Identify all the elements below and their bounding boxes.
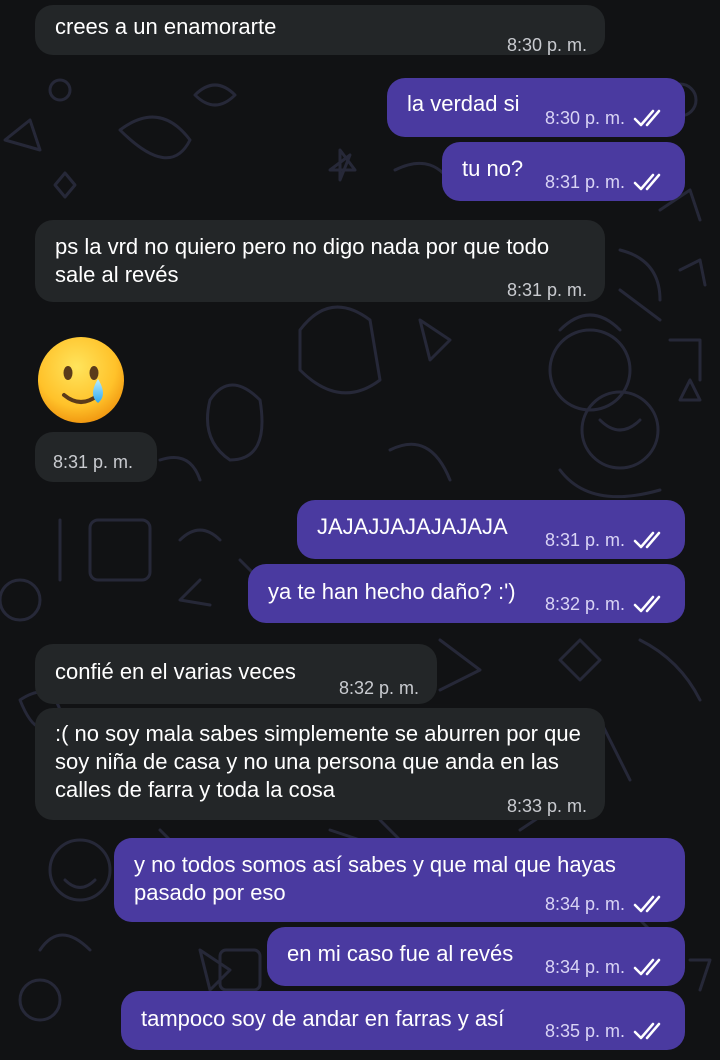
message-timestamp: 8:30 p. m.: [506, 35, 587, 55]
message-timestamp: 8:32 p. m.: [338, 678, 419, 698]
message-outgoing[interactable]: la verdad si 8:30 p. m.: [387, 78, 685, 137]
message-timestamp: 8:34 p. m.: [544, 957, 625, 977]
message-outgoing[interactable]: tampoco soy de andar en farras y así 8:3…: [121, 991, 685, 1050]
message-outgoing[interactable]: en mi caso fue al revés 8:34 p. m.: [267, 927, 685, 986]
message-incoming[interactable]: confié en el varias veces 8:32 p. m.: [35, 644, 437, 704]
smiling-face-with-tear-icon: [38, 337, 124, 423]
read-receipt-icon: [633, 595, 661, 613]
message-time: 8:34 p. m.: [545, 953, 667, 981]
message-outgoing[interactable]: tu no? 8:31 p. m.: [442, 142, 685, 201]
message-time: 8:30 p. m.: [545, 104, 667, 132]
message-time: 8:31 p. m.: [507, 276, 587, 304]
message-outgoing[interactable]: ya te han hecho daño? :') 8:32 p. m.: [248, 564, 685, 623]
message-text: JAJAJJAJAJAJAJA: [317, 514, 508, 539]
message-time: 8:31 p. m.: [545, 168, 667, 196]
message-timestamp: 8:31 p. m.: [544, 172, 625, 192]
message-outgoing[interactable]: JAJAJJAJAJAJAJA 8:31 p. m.: [297, 500, 685, 559]
message-text: tu no?: [462, 156, 524, 181]
message-time: 8:35 p. m.: [545, 1017, 667, 1045]
message-text: :( no soy mala sabes simplemente se abur…: [55, 721, 587, 802]
message-timestamp: 8:31 p. m.: [506, 280, 587, 300]
message-timestamp: 8:34 p. m.: [544, 894, 625, 914]
message-timestamp: 8:31 p. m.: [544, 530, 625, 550]
message-text: en mi caso fue al revés: [287, 941, 514, 966]
read-receipt-icon: [633, 109, 661, 127]
message-outgoing[interactable]: y no todos somos así sabes y que mal que…: [114, 838, 685, 922]
message-text: confié en el varias veces: [55, 659, 296, 684]
read-receipt-icon: [633, 531, 661, 549]
message-time: 8:33 p. m.: [507, 792, 587, 820]
message-time: 8:34 p. m.: [545, 890, 667, 918]
message-text: crees a un enamorarte: [55, 14, 277, 39]
read-receipt-icon: [633, 1022, 661, 1040]
message-time: 8:31 p. m.: [545, 526, 667, 554]
message-timestamp: 8:33 p. m.: [506, 796, 587, 816]
message-incoming[interactable]: ps la vrd no quiero pero no digo nada po…: [35, 220, 605, 302]
message-timestamp: 8:30 p. m.: [544, 108, 625, 128]
message-timestamp: 8:31 p. m.: [53, 452, 134, 472]
message-time: 8:32 p. m.: [545, 590, 667, 618]
message-text: ps la vrd no quiero pero no digo nada po…: [55, 234, 556, 287]
read-receipt-icon: [633, 895, 661, 913]
message-time: 8:30 p. m.: [507, 31, 587, 59]
message-incoming[interactable]: 8:31 p. m.: [35, 432, 157, 482]
message-time: 8:32 p. m.: [339, 674, 419, 702]
read-receipt-icon: [633, 173, 661, 191]
message-incoming[interactable]: :( no soy mala sabes simplemente se abur…: [35, 708, 605, 820]
message-timestamp: 8:32 p. m.: [544, 594, 625, 614]
message-time: 8:31 p. m.: [53, 448, 133, 476]
message-text: tampoco soy de andar en farras y así: [141, 1006, 505, 1031]
message-text: ya te han hecho daño? :'): [268, 579, 516, 604]
message-text: la verdad si: [407, 91, 520, 116]
read-receipt-icon: [633, 958, 661, 976]
message-timestamp: 8:35 p. m.: [544, 1021, 625, 1041]
message-incoming[interactable]: crees a un enamorarte 8:30 p. m.: [35, 5, 605, 55]
chat-area: crees a un enamorarte 8:30 p. m. la verd…: [0, 0, 720, 1060]
